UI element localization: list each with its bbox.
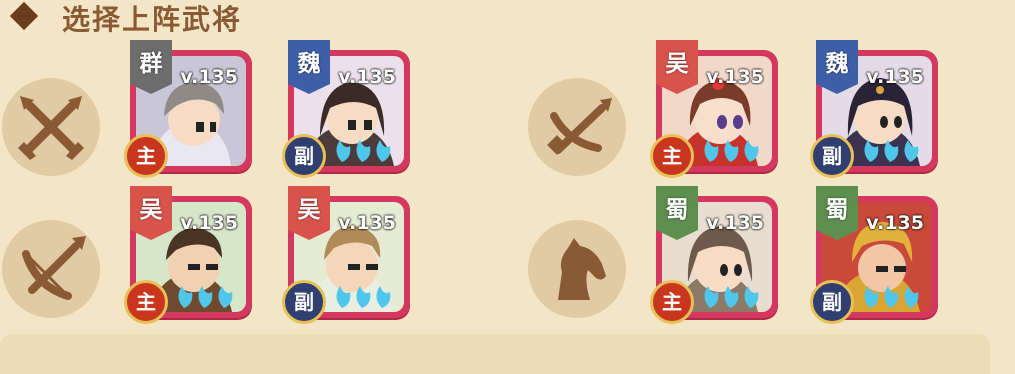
general-card[interactable]: v.135 蜀 主 [650,186,778,324]
general-card[interactable]: v.135 蜀 副 [810,186,938,324]
faction-banner: 吴 [286,186,332,240]
level-label: v.135 [706,212,764,234]
faction-label: 吴 [665,51,689,77]
faction-label: 蜀 [825,197,849,223]
role-badge: 副 [810,134,854,178]
bottom-panel [0,334,990,374]
general-card[interactable]: v.135 群 主 [124,40,252,178]
star-flames-icon [178,286,233,308]
general-card[interactable]: v.135 魏 副 [282,40,410,178]
faction-banner: 魏 [814,40,860,94]
role-badge: 主 [650,134,694,178]
faction-label: 蜀 [665,197,689,223]
faction-banner: 吴 [128,186,174,240]
halberd-class-icon[interactable] [2,78,100,176]
faction-banner: 群 [128,40,174,94]
role-badge: 主 [124,280,168,324]
level-label: v.135 [338,212,396,234]
level-label: v.135 [180,212,238,234]
star-flames-icon [704,140,759,162]
general-card[interactable]: v.135 魏 副 [810,40,938,178]
faction-label: 吴 [297,197,321,223]
cavalry-class-icon[interactable] [528,220,626,318]
level-label: v.135 [180,66,238,88]
star-flames-icon [336,286,391,308]
role-badge: 副 [282,134,326,178]
role-badge: 副 [810,280,854,324]
crossbow-class-icon[interactable] [528,78,626,176]
faction-banner: 魏 [286,40,332,94]
star-flames-icon [336,140,391,162]
star-flames-icon [864,140,919,162]
section-header: 选择上阵武将 [0,0,1015,40]
star-flames-icon [704,286,759,308]
section-title: 选择上阵武将 [62,3,243,36]
role-badge: 副 [282,280,326,324]
faction-label: 魏 [825,51,849,77]
level-label: v.135 [706,66,764,88]
faction-banner: 蜀 [654,186,700,240]
star-flames-icon [864,286,919,308]
diamond-bullet-icon [9,1,39,31]
general-card[interactable]: v.135 吴 主 [124,186,252,324]
bow-class-icon[interactable] [2,220,100,318]
role-badge: 主 [650,280,694,324]
faction-label: 魏 [297,51,321,77]
faction-banner: 吴 [654,40,700,94]
level-label: v.135 [866,66,924,88]
role-badge: 主 [124,134,168,178]
general-card[interactable]: v.135 吴 副 [282,186,410,324]
general-card[interactable]: v.135 吴 主 [650,40,778,178]
level-label: v.135 [866,212,924,234]
faction-label: 群 [139,51,163,77]
faction-banner: 蜀 [814,186,860,240]
level-label: v.135 [338,66,396,88]
faction-label: 吴 [139,197,163,223]
